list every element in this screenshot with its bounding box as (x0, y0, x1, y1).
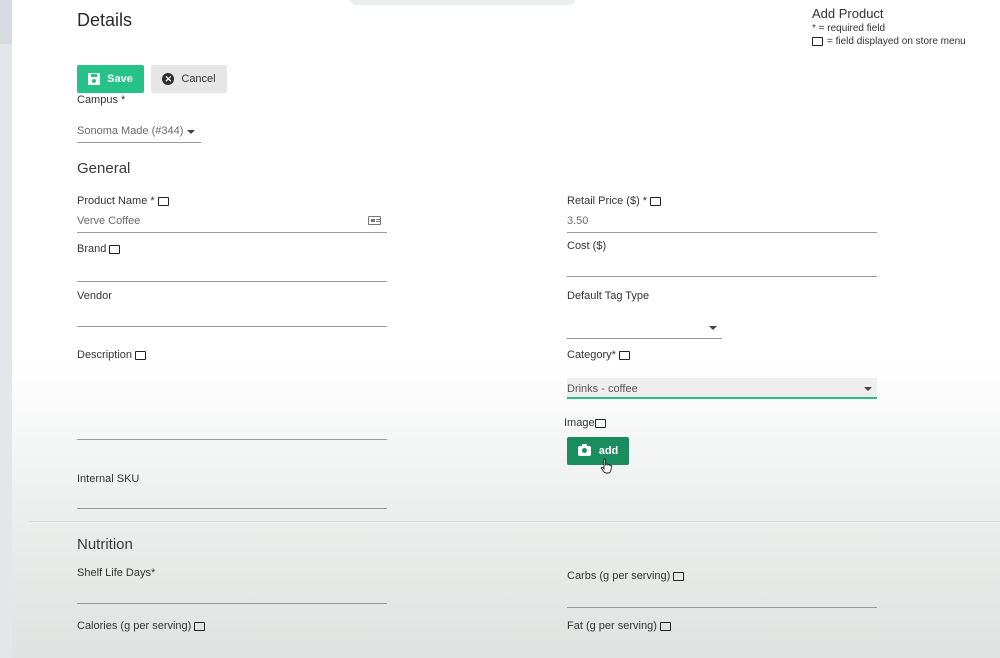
save-label: Save (107, 73, 133, 85)
internal-sku-label: Internal SKU (77, 473, 139, 485)
internal-sku-input[interactable] (77, 508, 387, 509)
carbs-label: Carbs (g per serving) (567, 570, 685, 582)
brand-label: Brand (77, 243, 121, 255)
campus-underline (77, 142, 201, 143)
brand-label-text: Brand (77, 243, 107, 255)
vendor-input[interactable] (77, 326, 387, 327)
category-label: Category* (567, 349, 630, 361)
store-menu-checkbox-icon[interactable] (109, 244, 121, 254)
camera-icon (577, 444, 591, 456)
floppy-disk-icon (88, 73, 101, 85)
contact-card-icon (368, 216, 381, 225)
campus-label-text: Campus * (77, 94, 126, 106)
fat-label-text: Fat (g per serving) (567, 620, 657, 632)
legend: Add Product * = required field = field d… (812, 6, 997, 47)
default-tag-type-select[interactable] (567, 338, 722, 339)
chevron-down-icon[interactable] (187, 130, 195, 134)
vendor-label-text: Vendor (77, 290, 112, 302)
campus-label: Campus * (77, 94, 125, 106)
internal-sku-label-text: Internal SKU (77, 473, 140, 485)
legend-required-text: * = required field (812, 23, 886, 34)
cancel-label: Cancel (181, 73, 216, 85)
shelf-life-label-text: Shelf Life Days* (77, 567, 156, 579)
cost-label-text: Cost ($) (567, 240, 607, 252)
chevron-down-icon[interactable] (709, 326, 717, 330)
store-menu-checkbox-icon[interactable] (673, 571, 685, 581)
product-name-label: Product Name * (77, 195, 169, 207)
store-menu-checkbox-icon[interactable] (135, 350, 147, 360)
description-label-text: Description (77, 349, 133, 361)
left-rail-notch (0, 0, 12, 44)
description-label: Description (77, 349, 147, 361)
category-label-text: Category* (567, 349, 616, 361)
legend-title: Add Product (812, 6, 884, 21)
page-title: Details (77, 10, 133, 30)
retail-price-label: Retail Price ($) * (567, 195, 662, 207)
close-circle-icon: ✕ (162, 73, 175, 85)
carbs-input[interactable] (567, 607, 877, 608)
store-menu-checkbox-icon[interactable] (594, 418, 606, 428)
shelf-life-input[interactable] (77, 603, 387, 604)
store-menu-checkbox-icon[interactable] (194, 621, 206, 631)
retail-price-input[interactable]: 3.50 (567, 215, 588, 227)
add-image-button[interactable]: add (567, 437, 629, 465)
calories-label-text: Calories (g per serving) (77, 620, 192, 632)
product-name-underline (77, 232, 387, 233)
image-label-text: Image (564, 417, 595, 429)
store-menu-checkbox-icon[interactable] (157, 196, 169, 206)
cancel-button[interactable]: ✕ Cancel (151, 65, 227, 93)
retail-price-underline (567, 232, 877, 233)
section-title-nutrition: Nutrition (77, 536, 133, 553)
add-image-label: add (598, 445, 619, 457)
description-textarea[interactable] (77, 439, 387, 440)
category-select-value[interactable]: Drinks - coffee (567, 383, 638, 395)
retail-price-label-text: Retail Price ($) * (567, 195, 648, 207)
chevron-down-icon[interactable] (864, 387, 872, 391)
store-menu-checkbox-icon[interactable] (650, 196, 662, 206)
shelf-life-label: Shelf Life Days* (77, 567, 155, 579)
brand-input[interactable] (77, 281, 387, 282)
save-button[interactable]: Save (77, 65, 144, 93)
product-name-input[interactable]: Verve Coffee (77, 215, 140, 227)
section-title-general: General (77, 160, 131, 177)
left-rail (0, 0, 12, 658)
hand-pointer-icon (600, 458, 613, 474)
default-tag-type-label: Default Tag Type (567, 290, 649, 302)
legend-store-menu-note: = field displayed on store menu (812, 36, 997, 47)
legend-store-menu-text: = field displayed on store menu (827, 36, 966, 47)
section-divider (30, 521, 1000, 522)
product-name-label-text: Product Name * (77, 195, 155, 207)
campus-select-value[interactable]: Sonoma Made (#344) (77, 125, 183, 137)
carbs-label-text: Carbs (g per serving) (567, 570, 671, 582)
store-menu-checkbox-icon[interactable] (618, 350, 630, 360)
fat-label: Fat (g per serving) (567, 620, 671, 632)
store-menu-checkbox-icon[interactable] (659, 621, 671, 631)
image-label: Image (564, 417, 606, 429)
legend-required-note: * = required field (812, 23, 997, 34)
cost-label: Cost ($) (567, 240, 606, 252)
calories-label: Calories (g per serving) (77, 620, 206, 632)
cost-input[interactable] (567, 276, 877, 277)
store-menu-box-icon (812, 37, 823, 46)
vendor-label: Vendor (77, 290, 112, 302)
default-tag-type-label-text: Default Tag Type (567, 290, 650, 302)
top-tab-shadow (350, 0, 575, 5)
